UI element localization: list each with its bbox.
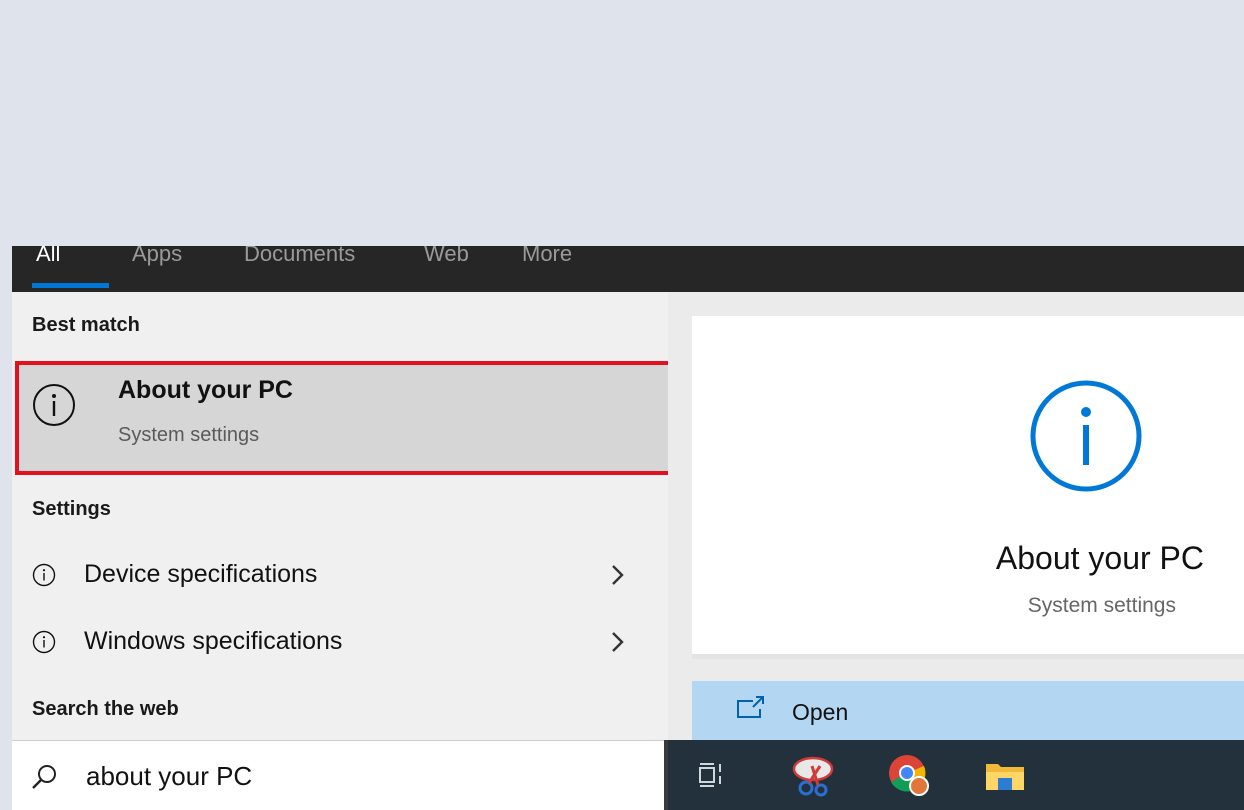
desktop-background — [0, 0, 1244, 246]
settings-heading: Settings — [32, 498, 111, 520]
search-box[interactable]: about your PC — [12, 740, 668, 810]
open-external-icon — [737, 696, 764, 718]
preview-title: About your PC — [995, 540, 1204, 576]
info-icon — [32, 563, 56, 587]
active-tab-indicator — [32, 283, 109, 288]
info-icon — [1030, 380, 1142, 492]
preview-panel: About your PC System settings Open — [668, 292, 1244, 740]
best-match-heading: Best match — [32, 314, 140, 336]
best-match-result[interactable]: About your PC System settings — [16, 362, 670, 472]
best-match-title: About your PC — [118, 376, 293, 404]
chevron-right-icon — [612, 632, 624, 652]
open-button[interactable]: Open — [692, 681, 1244, 740]
task-view-icon[interactable] — [690, 752, 736, 798]
tab-all[interactable]: All — [36, 246, 60, 274]
divider — [692, 654, 1244, 659]
info-icon — [33, 384, 75, 426]
settings-item-label: Windows specifications — [84, 627, 343, 655]
snipping-tool-icon[interactable] — [790, 752, 836, 798]
preview-subtitle: System settings — [1027, 594, 1176, 617]
info-icon — [32, 630, 56, 654]
chrome-icon[interactable] — [886, 752, 932, 798]
file-explorer-icon[interactable] — [982, 752, 1028, 798]
preview-card: About your PC System settings — [692, 316, 1244, 654]
best-match-subtitle: System settings — [118, 424, 260, 446]
settings-item-windows-specifications[interactable]: Windows specifications — [12, 613, 668, 673]
results-panel: Best match About your PC System settings… — [12, 292, 675, 740]
tab-web[interactable]: Web — [424, 246, 469, 274]
settings-item-label: Device specifications — [84, 560, 318, 588]
settings-item-device-specifications[interactable]: Device specifications — [12, 546, 668, 606]
tab-documents[interactable]: Documents — [244, 246, 355, 274]
search-the-web-heading: Search the web — [32, 698, 179, 720]
search-icon — [32, 765, 56, 789]
tab-apps[interactable]: Apps — [132, 246, 182, 274]
tab-more[interactable]: More — [522, 246, 572, 274]
taskbar — [668, 740, 1244, 810]
chevron-right-icon — [612, 565, 624, 585]
search-tab-bar: All Apps Documents Web More — [12, 246, 1244, 292]
search-input[interactable]: about your PC — [86, 761, 252, 792]
open-label: Open — [792, 699, 849, 725]
